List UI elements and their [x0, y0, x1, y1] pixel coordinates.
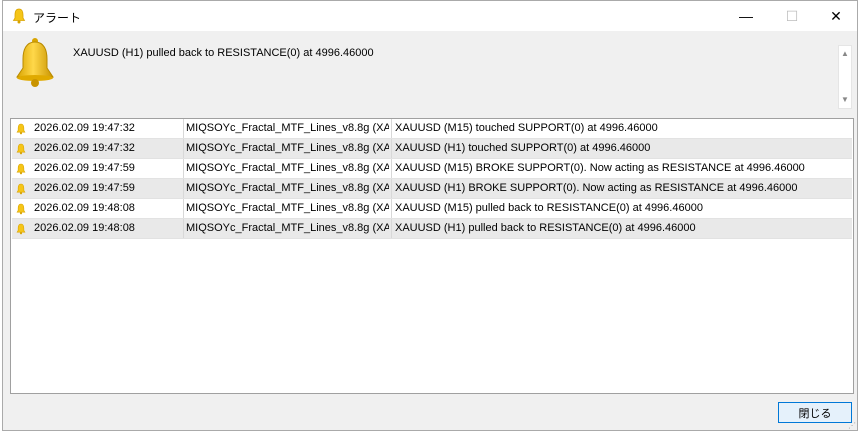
alert-list[interactable]: 2026.02.09 19:47:32 MIQSOYc_Fractal_MTF_L… — [10, 118, 854, 394]
bell-icon — [16, 119, 28, 138]
alert-message-text: XAUUSD (H1) pulled back to RESISTANCE(0)… — [73, 47, 374, 59]
alert-message: XAUUSD (H1) touched SUPPORT(0) at 4996.4… — [391, 139, 851, 158]
alert-message: XAUUSD (M15) pulled back to RESISTANCE(0… — [391, 199, 851, 218]
alert-time: 2026.02.09 19:47:32 — [34, 142, 135, 154]
alert-time: 2026.02.09 19:47:32 — [34, 122, 135, 134]
resize-grip[interactable]: ⋰ — [848, 421, 856, 430]
maximize-button[interactable]: ☐ — [769, 1, 815, 31]
list-item[interactable]: 2026.02.09 19:48:08 MIQSOYc_Fractal_MTF_L… — [12, 199, 852, 219]
title-bar: アラート — ☐ ✕ — [3, 1, 857, 31]
bell-icon — [16, 38, 54, 87]
alert-message: XAUUSD (M15) BROKE SUPPORT(0). Now actin… — [391, 159, 851, 178]
bell-icon — [12, 8, 26, 24]
alert-window: アラート — ☐ ✕ XAUUSD (H1) pulled back to RE… — [2, 0, 858, 431]
alert-time: 2026.02.09 19:48:08 — [34, 202, 135, 214]
alert-time: 2026.02.09 19:48:08 — [34, 222, 135, 234]
scroll-up-icon[interactable]: ▲ — [841, 49, 849, 58]
alert-time: 2026.02.09 19:47:59 — [34, 182, 135, 194]
alert-time: 2026.02.09 19:47:59 — [34, 162, 135, 174]
alert-message: XAUUSD (M15) touched SUPPORT(0) at 4996.… — [391, 119, 851, 138]
close-window-button[interactable]: ✕ — [813, 1, 859, 31]
list-item[interactable]: 2026.02.09 19:47:59 MIQSOYc_Fractal_MTF_L… — [12, 179, 852, 199]
bell-icon — [16, 139, 28, 158]
alert-message: XAUUSD (H1) pulled back to RESISTANCE(0)… — [391, 219, 851, 238]
list-item[interactable]: 2026.02.09 19:48:08 MIQSOYc_Fractal_MTF_L… — [12, 219, 852, 239]
minimize-button[interactable]: — — [723, 1, 769, 31]
alert-message: XAUUSD (H1) BROKE SUPPORT(0). Now acting… — [391, 179, 851, 198]
bell-icon — [16, 159, 28, 178]
alert-source: MIQSOYc_Fractal_MTF_Lines_v8.8g (XA... — [183, 219, 389, 238]
alert-source: MIQSOYc_Fractal_MTF_Lines_v8.8g (XA... — [183, 119, 389, 138]
list-item[interactable]: 2026.02.09 19:47:59 MIQSOYc_Fractal_MTF_L… — [12, 159, 852, 179]
message-scrollbar[interactable]: ▲ ▼ — [838, 45, 852, 109]
list-item[interactable]: 2026.02.09 19:47:32 MIQSOYc_Fractal_MTF_L… — [12, 119, 852, 139]
bell-icon — [16, 219, 28, 238]
message-area: XAUUSD (H1) pulled back to RESISTANCE(0)… — [3, 31, 857, 116]
close-button[interactable]: 閉じる — [778, 402, 852, 423]
scroll-down-icon[interactable]: ▼ — [841, 95, 849, 104]
alert-source: MIQSOYc_Fractal_MTF_Lines_v8.8g (XA... — [183, 139, 389, 158]
alert-source: MIQSOYc_Fractal_MTF_Lines_v8.8g (XA... — [183, 199, 389, 218]
window-title: アラート — [33, 11, 82, 25]
bell-icon — [16, 199, 28, 218]
alert-source: MIQSOYc_Fractal_MTF_Lines_v8.8g (XA... — [183, 159, 389, 178]
bell-icon — [16, 179, 28, 198]
alert-source: MIQSOYc_Fractal_MTF_Lines_v8.8g (XA... — [183, 179, 389, 198]
list-item[interactable]: 2026.02.09 19:47:32 MIQSOYc_Fractal_MTF_L… — [12, 139, 852, 159]
